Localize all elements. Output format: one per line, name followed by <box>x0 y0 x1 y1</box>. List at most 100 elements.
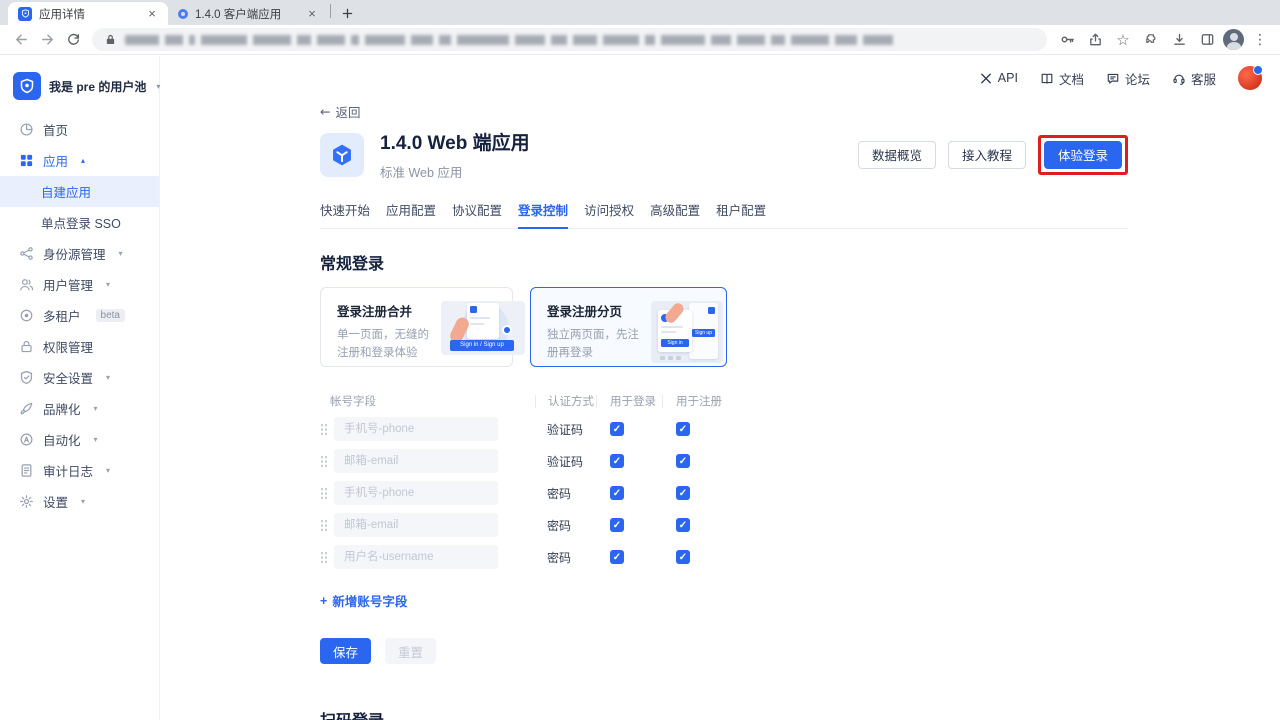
sidebar-item-label: 用户管理 <box>43 275 93 294</box>
drag-handle-icon[interactable] <box>320 519 328 532</box>
lock-icon <box>19 339 34 354</box>
dot-favicon <box>178 9 188 19</box>
tab-访问授权[interactable]: 访问授权 <box>584 194 634 228</box>
chevron-down-icon: ▾ <box>94 404 98 413</box>
drag-handle-icon[interactable] <box>320 551 328 564</box>
sidebar-item[interactable]: 用户管理▾ <box>0 269 159 300</box>
tab-快速开始[interactable]: 快速开始 <box>320 194 370 228</box>
lock-icon <box>104 33 117 46</box>
user-avatar[interactable] <box>1238 66 1262 90</box>
plus-icon: + <box>320 594 327 608</box>
checkbox-checked[interactable]: ✓ <box>610 550 624 564</box>
sidebar-item[interactable]: 品牌化▾ <box>0 393 159 424</box>
browser-tab-active[interactable]: 应用详情 × <box>8 2 168 25</box>
sidebar-item[interactable]: 自动化▾ <box>0 424 159 455</box>
field-input[interactable] <box>334 449 498 473</box>
app-detail-tabs: 快速开始应用配置协议配置登录控制访问授权高级配置租户配置 <box>320 194 1128 229</box>
checkbox-checked[interactable]: ✓ <box>610 454 624 468</box>
login-mode-card-merged[interactable]: 登录注册合并 单一页面，无缝的注册和登录体验 Sign in / Sign up <box>320 287 513 367</box>
sidebar-item[interactable]: 应用▴ <box>0 145 159 176</box>
drag-handle-icon[interactable] <box>320 487 328 500</box>
account-field-row: 验证码 ✓ ✓ <box>320 449 1128 473</box>
sidebar-item[interactable]: 安全设置▾ <box>0 362 159 393</box>
extensions-icon[interactable] <box>1139 27 1163 53</box>
utility-link-forum[interactable]: 论坛 <box>1106 69 1150 88</box>
users-icon <box>19 277 34 292</box>
key-icon[interactable] <box>1055 27 1079 53</box>
sidebar-item[interactable]: 多租户beta <box>0 300 159 331</box>
experience-login-button[interactable]: 体验登录 <box>1044 141 1122 169</box>
tab-租户配置[interactable]: 租户配置 <box>716 194 766 228</box>
back-arrow-icon: ← <box>320 104 330 119</box>
automation-icon <box>19 432 34 447</box>
back-arrow-icon[interactable] <box>8 27 34 53</box>
sidebar-item-label: 设置 <box>43 492 68 511</box>
utility-link-api[interactable]: API <box>979 71 1018 85</box>
checkbox-checked[interactable]: ✓ <box>676 454 690 468</box>
close-icon[interactable]: × <box>304 6 320 22</box>
tab-协议配置[interactable]: 协议配置 <box>452 194 502 228</box>
reload-icon[interactable] <box>60 27 86 53</box>
url-bar[interactable] <box>92 28 1047 51</box>
login-mode-card-split[interactable]: 登录注册分页 独立两页面，先注册再登录 Sign up Sign in <box>530 287 727 367</box>
browser-profile-avatar[interactable] <box>1223 29 1244 50</box>
userpool-logo <box>13 72 41 100</box>
checkbox-checked[interactable]: ✓ <box>676 518 690 532</box>
add-account-field-link[interactable]: + 新增账号字段 <box>320 591 407 610</box>
utility-link-support[interactable]: 客服 <box>1172 69 1216 88</box>
tab-登录控制[interactable]: 登录控制 <box>518 194 568 229</box>
field-input[interactable] <box>334 417 498 441</box>
sidebar-item-label: 首页 <box>43 120 68 139</box>
browser-menu-icon[interactable]: ⋮ <box>1248 27 1272 53</box>
sidebar-item[interactable]: 身份源管理▾ <box>0 238 159 269</box>
side-panel-icon[interactable] <box>1195 27 1219 53</box>
close-icon[interactable]: × <box>144 6 160 22</box>
integration-tutorial-button[interactable]: 接入教程 <box>948 141 1026 169</box>
tab-高级配置[interactable]: 高级配置 <box>650 194 700 228</box>
sidebar-subitem-self-built-apps[interactable]: 自建应用 <box>0 176 159 207</box>
back-link[interactable]: ← 返回 <box>320 102 361 121</box>
app-icon <box>320 133 364 177</box>
merged-login-illustration: Sign in / Sign up <box>441 301 525 355</box>
checkbox-checked[interactable]: ✓ <box>676 550 690 564</box>
sidebar-item-label: 权限管理 <box>43 337 93 356</box>
sidebar-item[interactable]: 首页 <box>0 114 159 145</box>
chevron-down-icon: ▾ <box>106 466 110 475</box>
auth-method-label: 验证码 <box>535 453 596 470</box>
checkbox-checked[interactable]: ✓ <box>676 422 690 436</box>
sidebar-item[interactable]: 审计日志 ▾ <box>0 455 159 486</box>
field-input[interactable] <box>334 481 498 505</box>
checkbox-checked[interactable]: ✓ <box>610 422 624 436</box>
sidebar-subitem-sso[interactable]: 单点登录 SSO <box>0 207 159 238</box>
forward-arrow-icon[interactable] <box>34 27 60 53</box>
drag-handle-icon[interactable] <box>320 423 328 436</box>
drag-handle-icon[interactable] <box>320 455 328 468</box>
sidebar-item-label: 审计日志 <box>43 461 93 480</box>
sidebar-item[interactable]: 权限管理 <box>0 331 159 362</box>
reset-button[interactable]: 重置 <box>385 638 436 664</box>
save-button[interactable]: 保存 <box>320 638 371 664</box>
utility-link-docs[interactable]: 文档 <box>1040 69 1084 88</box>
new-tab-button[interactable] <box>335 1 359 25</box>
checkbox-checked[interactable]: ✓ <box>610 518 624 532</box>
browser-tab-inactive[interactable]: 1.4.0 客户端应用 × <box>168 2 328 25</box>
api-icon <box>979 71 993 85</box>
userpool-switcher[interactable]: 我是 pre 的用户池 ▾ <box>0 64 159 114</box>
checkbox-checked[interactable]: ✓ <box>676 486 690 500</box>
download-icon[interactable] <box>1167 27 1191 53</box>
share-icon[interactable] <box>1083 27 1107 53</box>
sidebar-item-label: 自动化 <box>43 430 81 449</box>
browser-tabstrip: 应用详情 × 1.4.0 客户端应用 × <box>0 0 1280 25</box>
field-input[interactable] <box>334 545 498 569</box>
checkbox-checked[interactable]: ✓ <box>610 486 624 500</box>
tab-应用配置[interactable]: 应用配置 <box>386 194 436 228</box>
data-overview-button[interactable]: 数据概览 <box>858 141 936 169</box>
account-field-row: 密码✓✓ <box>320 545 1128 569</box>
gear-icon <box>19 494 34 509</box>
sidebar-item[interactable]: 设置▾ <box>0 486 159 517</box>
bookmark-star-icon[interactable]: ☆ <box>1111 27 1135 53</box>
page-title: 1.4.0 Web 端应用 <box>380 128 530 155</box>
shield-check-icon <box>19 370 34 385</box>
apps-icon <box>19 153 34 168</box>
field-input[interactable] <box>334 513 498 537</box>
